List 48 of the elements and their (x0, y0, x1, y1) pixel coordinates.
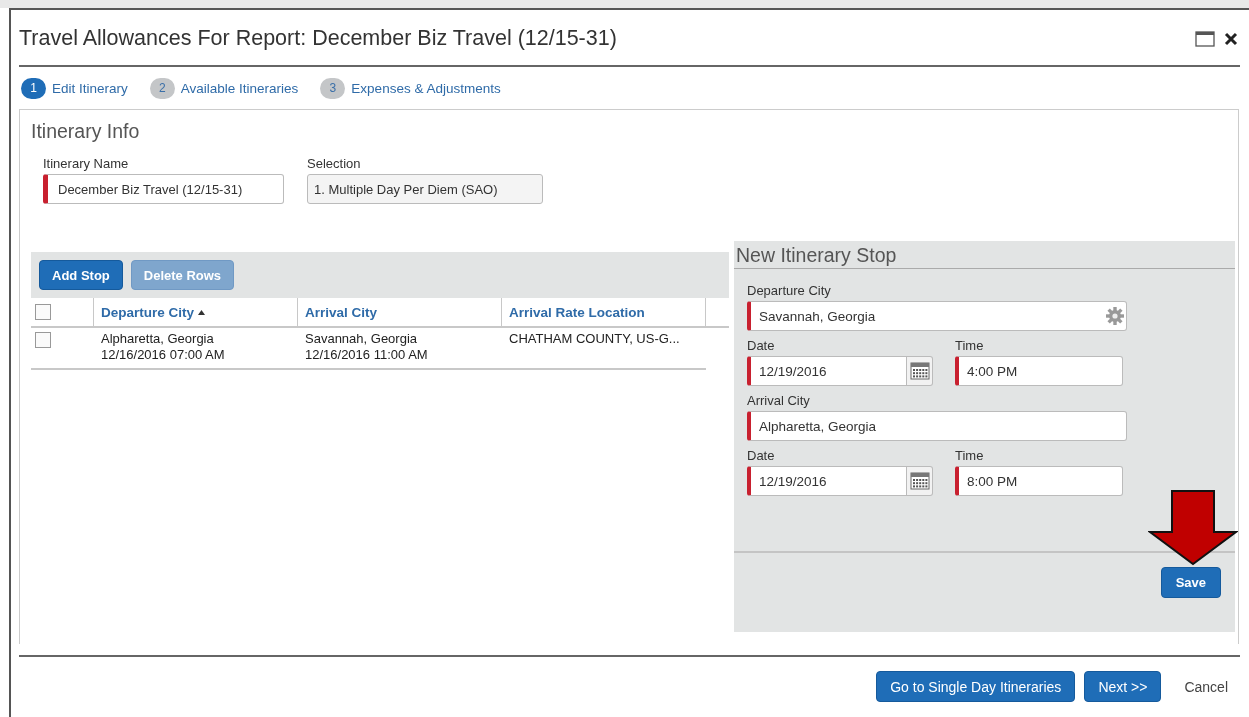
field-label: Arrival City (747, 393, 811, 408)
field-label: Time (955, 338, 985, 353)
table-cell: 12/16/2016 07:00 AM (101, 347, 225, 363)
cancel-button[interactable]: Cancel (1170, 678, 1234, 695)
time-field[interactable]: 4:00 PM (955, 356, 1123, 386)
calendar-button[interactable] (907, 356, 933, 386)
settings-icon[interactable] (1105, 306, 1125, 326)
window-title: Travel Allowances For Report: December Biz Travel (12/15-31) (19, 26, 618, 51)
time-field[interactable]: 8:00 PM (955, 466, 1123, 496)
maximize-icon[interactable] (1195, 30, 1215, 47)
date-field[interactable]: 12/19/2016 (747, 356, 907, 386)
checkbox[interactable] (35, 304, 51, 320)
field-label: Time (955, 448, 985, 463)
step-number: 2 (149, 77, 175, 99)
toolbar-button[interactable]: Add Stop (39, 260, 123, 290)
checkbox[interactable] (35, 332, 51, 348)
column-header[interactable]: Departure City (101, 304, 206, 320)
field-label: Selection (307, 156, 362, 171)
table-cell: Alpharetta, Georgia (101, 331, 214, 347)
field-label: Departure City (747, 283, 832, 298)
column-header[interactable]: Arrival City (305, 304, 378, 320)
step-tab[interactable]: Expenses & Adjustments (351, 80, 501, 96)
section-heading: Itinerary Info (31, 120, 141, 144)
calendar-icon (909, 472, 930, 490)
city-field[interactable]: Alpharetta, Georgia (747, 411, 1127, 441)
field-label: Date (747, 448, 776, 463)
field-label: Itinerary Name (43, 156, 130, 171)
save-button[interactable]: Save (1160, 567, 1221, 598)
step-number: 1 (21, 77, 46, 99)
date-field[interactable]: 12/19/2016 (747, 466, 907, 496)
step-number: 3 (320, 77, 346, 99)
table-cell: CHATHAM COUNTY, US-G... (509, 331, 680, 347)
footer-button[interactable]: Go to Single Day Itineraries (876, 671, 1076, 702)
step-tab[interactable]: Edit Itinerary (52, 80, 128, 96)
panel-heading: New Itinerary Stop (734, 241, 1235, 269)
city-field[interactable]: Savannah, Georgia (747, 301, 1127, 331)
table-cell: Savannah, Georgia (305, 331, 418, 347)
field-label: Date (747, 338, 776, 353)
calendar-button[interactable] (907, 466, 933, 496)
calendar-icon (909, 362, 930, 380)
close-icon[interactable] (1224, 31, 1238, 46)
table-cell: 12/16/2016 11:00 AM (305, 347, 428, 363)
sort-icon (198, 309, 206, 315)
text-field[interactable]: December Biz Travel (12/15-31) (43, 174, 284, 204)
step-tab[interactable]: Available Itineraries (180, 80, 299, 96)
text-field: 1. Multiple Day Per Diem (SAO) (307, 174, 543, 204)
footer-button[interactable]: Next >> (1084, 671, 1162, 702)
column-header[interactable]: Arrival Rate Location (509, 304, 645, 320)
